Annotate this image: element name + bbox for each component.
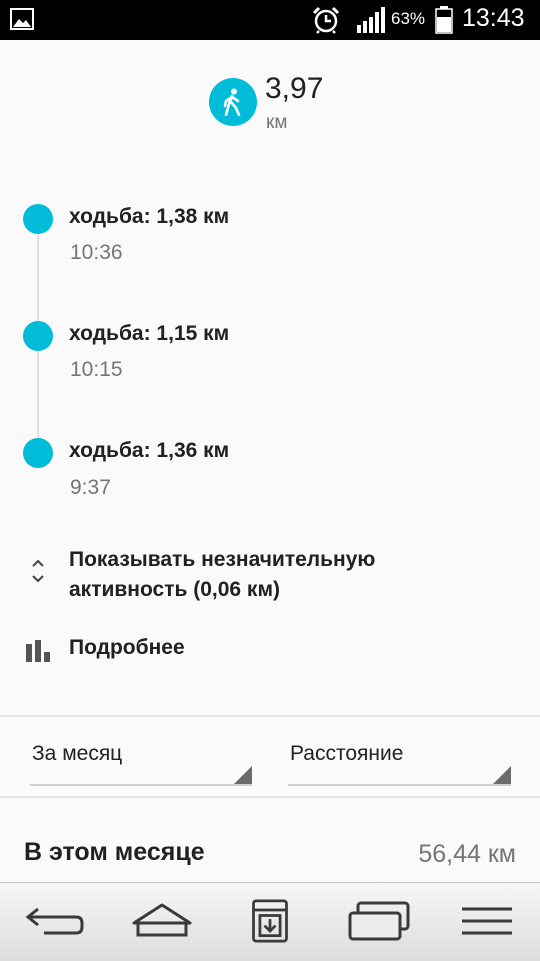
gallery-icon <box>10 8 34 30</box>
divider <box>0 715 540 717</box>
period-dropdown[interactable]: За месяц <box>30 730 252 786</box>
period-dropdown-value: За месяц <box>32 742 123 765</box>
status-bar: 63% 13:43 <box>0 0 540 40</box>
total-distance-value: 3,97 <box>265 72 324 105</box>
battery-percent: 63% <box>391 9 426 28</box>
timeline-item-time: 10:15 <box>70 358 123 381</box>
home-icon[interactable] <box>130 899 194 943</box>
total-distance-unit: км <box>266 112 288 133</box>
timeline-item-time: 10:36 <box>70 241 123 264</box>
back-icon[interactable] <box>24 899 86 943</box>
timeline-item-title: ходьба: 1,15 км <box>69 322 230 345</box>
details-label: Подробнее <box>69 636 185 659</box>
menu-icon[interactable] <box>458 899 516 943</box>
metric-dropdown-value: Расстояние <box>290 742 404 765</box>
metric-dropdown[interactable]: Расстояние <box>288 730 511 786</box>
clock: 13:43 <box>462 4 525 32</box>
expand-chevron-icon <box>32 559 44 583</box>
month-total-value: 56,44 км <box>418 840 516 868</box>
timeline-item-title: ходьба: 1,36 км <box>69 439 230 462</box>
show-minor-activity-label: Показывать незначительную активность (0,… <box>69 548 376 601</box>
month-total-label: В этом месяце <box>24 838 205 866</box>
divider <box>0 796 540 798</box>
battery-icon <box>435 6 453 34</box>
navigation-bar <box>0 882 540 961</box>
timeline-dot <box>23 204 53 234</box>
alarm-icon <box>312 6 340 34</box>
timeline-dot <box>23 438 53 468</box>
signal-icon <box>357 7 385 33</box>
timeline-item-time: 9:37 <box>70 476 111 499</box>
dropdown-corner-icon <box>234 766 252 784</box>
download-icon[interactable] <box>250 899 290 943</box>
dropdown-corner-icon <box>493 766 511 784</box>
bar-chart-icon <box>26 640 50 662</box>
recent-apps-icon[interactable] <box>346 899 412 943</box>
timeline-item-title: ходьба: 1,38 км <box>69 205 230 228</box>
timeline-dot <box>23 321 53 351</box>
walking-icon <box>209 78 257 126</box>
